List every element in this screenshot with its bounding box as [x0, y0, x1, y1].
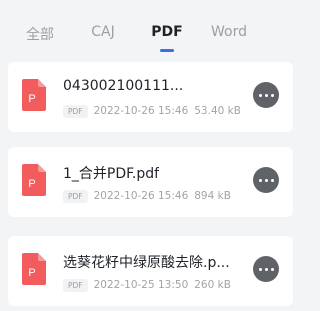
more-dot-icon: [270, 93, 274, 97]
file-icon-letter: P: [28, 267, 35, 279]
file-card[interactable]: P 043002100111... PDF 2022-10-26 15:46 5…: [8, 62, 293, 132]
more-dot-icon: [258, 267, 262, 271]
file-icon-letter: P: [28, 178, 35, 190]
file-card[interactable]: P 选葵花籽中绿原酸去除.p... PDF 2022-10-25 13:50 2…: [8, 236, 293, 306]
file-date: 2022-10-26 15:46: [93, 190, 189, 202]
pdf-file-icon: P: [22, 164, 46, 196]
file-type-badge: PDF: [63, 278, 88, 292]
file-date: 2022-10-26 15:46: [93, 105, 189, 117]
pdf-file-icon: P: [22, 253, 46, 285]
more-dot-icon: [258, 178, 262, 182]
more-dot-icon: [264, 267, 268, 271]
file-card[interactable]: P 1_合并PDF.pdf PDF 2022-10-26 15:46 894 k…: [8, 147, 293, 217]
tab-word[interactable]: Word: [211, 24, 247, 40]
active-tab-indicator: [160, 49, 174, 52]
file-type-tabs: 全部 CAJ PDF Word: [0, 0, 301, 52]
tab-caj[interactable]: CAJ: [91, 24, 114, 40]
file-name: 选葵花籽中绿原酸去除.p...: [63, 255, 230, 271]
file-name: 1_合并PDF.pdf: [63, 166, 160, 182]
tab-all[interactable]: 全部: [26, 24, 54, 44]
file-type-badge: PDF: [63, 189, 88, 203]
file-date: 2022-10-25 13:50: [93, 279, 189, 291]
file-name: 043002100111...: [63, 78, 184, 94]
file-meta: PDF 2022-10-26 15:46 894 kB: [63, 189, 231, 203]
more-dot-icon: [270, 267, 274, 271]
file-type-badge: PDF: [63, 104, 88, 118]
tab-pdf[interactable]: PDF: [151, 24, 182, 40]
file-meta: PDF 2022-10-26 15:46 53.40 kB: [63, 104, 241, 118]
file-size: 53.40 kB: [194, 105, 241, 117]
file-size: 894 kB: [194, 190, 231, 202]
file-meta: PDF 2022-10-25 13:50 260 kB: [63, 278, 231, 292]
file-size: 260 kB: [194, 279, 231, 291]
more-dot-icon: [264, 93, 268, 97]
more-dot-icon: [258, 93, 262, 97]
more-options-button[interactable]: [253, 167, 279, 193]
more-dot-icon: [270, 178, 274, 182]
more-options-button[interactable]: [253, 82, 279, 108]
more-options-button[interactable]: [253, 256, 279, 282]
more-dot-icon: [264, 178, 268, 182]
pdf-file-icon: P: [22, 79, 46, 111]
file-icon-letter: P: [28, 93, 35, 105]
